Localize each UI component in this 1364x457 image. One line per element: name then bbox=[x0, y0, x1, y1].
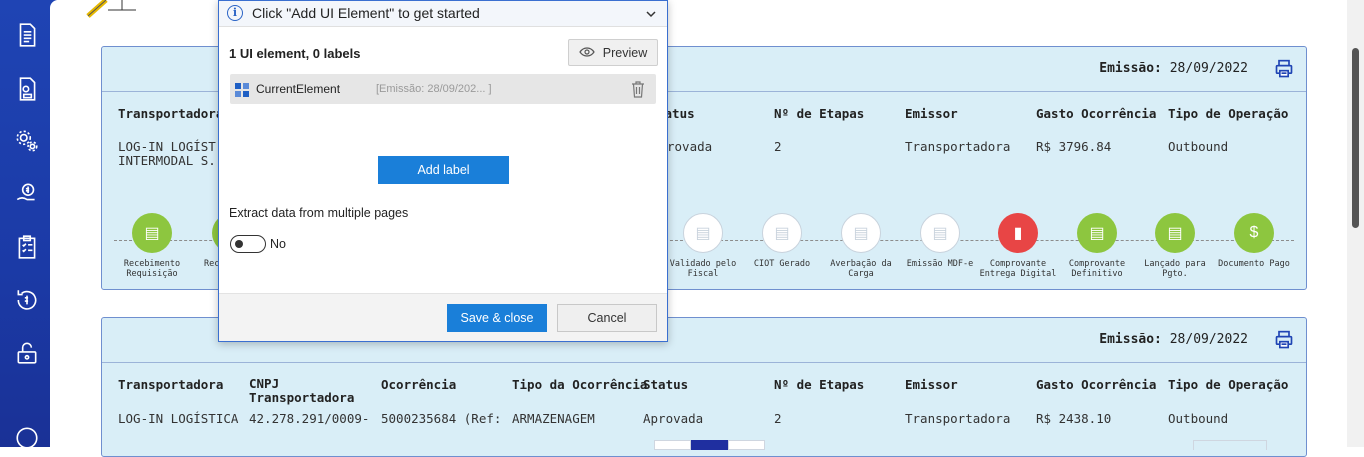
value-transportadora: LOG-IN LOGÍSTICA bbox=[118, 411, 239, 426]
emissao-date: Emissão: 28/09/2022 bbox=[1099, 61, 1248, 76]
value-tipo-ocorrencia: ARMAZENAGEM bbox=[512, 411, 595, 426]
document-check-icon: ▤ bbox=[683, 213, 723, 253]
card-divider bbox=[102, 362, 1306, 363]
value-operacao: Outbound bbox=[1168, 411, 1229, 426]
sidebar bbox=[0, 0, 57, 449]
value-ocorrencia: 5000235684 (Ref: bbox=[381, 411, 502, 426]
scrollbar-thumb[interactable] bbox=[1352, 48, 1359, 228]
header-transportadora: Transportadora bbox=[118, 106, 224, 121]
document-lines-icon: ▤ bbox=[920, 213, 960, 253]
paid-document-icon: $ bbox=[1234, 213, 1274, 253]
trash-icon[interactable] bbox=[630, 80, 646, 98]
toggle-state-text: No bbox=[270, 237, 286, 251]
circle-icon[interactable] bbox=[14, 425, 40, 451]
barcode-icon: ▮ bbox=[998, 213, 1038, 253]
element-count: 1 UI element, 0 labels bbox=[229, 46, 361, 61]
value-status: rovada bbox=[667, 139, 713, 154]
header-etapas: Nº de Etapas bbox=[774, 106, 865, 121]
header-operacao: Tipo de Operação bbox=[1168, 377, 1289, 392]
add-label-button[interactable]: Add label bbox=[378, 156, 509, 184]
print-icon[interactable] bbox=[1274, 330, 1294, 350]
value-etapas: 2 bbox=[774, 139, 782, 154]
step-comprovante-digital[interactable]: ▮ Comprovante Entrega Digital bbox=[978, 213, 1058, 279]
money-hand-icon[interactable] bbox=[14, 180, 40, 206]
calendar-check-icon: ▤ bbox=[841, 213, 881, 253]
preview-label: Preview bbox=[602, 45, 648, 60]
step-comprovante-definitivo[interactable]: ▤ Comprovante Definitivo bbox=[1057, 213, 1137, 279]
ui-element-icon bbox=[235, 83, 249, 97]
header-transportadora: Transportadora bbox=[118, 377, 224, 392]
extract-multiple-pages-label: Extract data from multiple pages bbox=[229, 206, 409, 220]
value-status: Aprovada bbox=[643, 411, 704, 426]
print-icon[interactable] bbox=[1274, 59, 1294, 79]
page-size-select[interactable] bbox=[1193, 440, 1267, 450]
step-validado[interactable]: ▤ Validado pelo Fiscal bbox=[663, 213, 743, 279]
dialog-hint-text: Click "Add UI Element" to get started bbox=[252, 5, 480, 21]
pencil-logo-icon bbox=[86, 0, 146, 20]
header-emissor: Emissor bbox=[905, 377, 958, 392]
info-icon: i bbox=[227, 5, 243, 21]
ui-element-row[interactable]: CurrentElement [Emissão: 28/09/202... ] bbox=[230, 74, 656, 104]
toggle-knob bbox=[235, 240, 243, 248]
value-operacao: Outbound bbox=[1168, 139, 1229, 154]
chevron-down-icon[interactable] bbox=[645, 7, 657, 19]
header-status: Status bbox=[643, 377, 689, 392]
page-scrollbar[interactable] bbox=[1347, 0, 1364, 447]
page-next-button[interactable] bbox=[728, 440, 765, 450]
checklist-icon[interactable] bbox=[14, 234, 40, 260]
pagination bbox=[654, 440, 765, 450]
value-emissor: Transportadora bbox=[905, 139, 1011, 154]
step-averbacao[interactable]: ▤ Averbação da Carga bbox=[821, 213, 901, 279]
page-prev-button[interactable] bbox=[654, 440, 691, 450]
header-etapas: Nº de Etapas bbox=[774, 377, 865, 392]
cancel-button[interactable]: Cancel bbox=[557, 304, 657, 332]
header-cnpj: CNPJ Transportadora bbox=[249, 376, 355, 405]
dialog-footer: Save & close Cancel bbox=[219, 293, 667, 341]
multiple-pages-toggle[interactable] bbox=[230, 235, 266, 253]
gears-icon[interactable] bbox=[14, 128, 40, 154]
emissao-date: Emissão: 28/09/2022 bbox=[1099, 332, 1248, 347]
header-gasto: Gasto Ocorrência bbox=[1036, 106, 1157, 121]
header-tipo-ocorrencia: Tipo da Ocorrência bbox=[512, 377, 648, 392]
step-lancado[interactable]: ▤ Lançado para Pgto. bbox=[1135, 213, 1215, 279]
receipt-icon: ▤ bbox=[1077, 213, 1117, 253]
element-selector: [Emissão: 28/09/202... ] bbox=[376, 83, 492, 95]
header-gasto: Gasto Ocorrência bbox=[1036, 377, 1157, 392]
element-name: CurrentElement bbox=[256, 82, 341, 96]
clipboard-icon: ▤ bbox=[132, 213, 172, 253]
value-emissor: Transportadora bbox=[905, 411, 1011, 426]
step-mdfe[interactable]: ▤ Emissão MDF-e bbox=[900, 213, 980, 269]
header-ocorrencia: Ocorrência bbox=[381, 377, 457, 392]
step-ciot[interactable]: ▤ CIOT Gerado bbox=[742, 213, 822, 269]
document-icon[interactable] bbox=[14, 22, 40, 48]
header-emissor: Emissor bbox=[905, 106, 958, 121]
value-etapas: 2 bbox=[774, 411, 782, 426]
header-operacao: Tipo de Operação bbox=[1168, 106, 1289, 121]
ciot-document-icon: ▤ bbox=[762, 213, 802, 253]
value-transportadora: LOG-IN LOGÍST INTERMODAL S. bbox=[118, 139, 216, 168]
value-gasto: R$ 2438.10 bbox=[1036, 411, 1112, 426]
step-documento-pago[interactable]: $ Documento Pago bbox=[1214, 213, 1294, 269]
step-recebimento[interactable]: ▤ Recebimento Requisição bbox=[112, 213, 192, 279]
page-current-button[interactable] bbox=[691, 440, 728, 450]
save-close-button[interactable]: Save & close bbox=[447, 304, 547, 332]
dialog-hint-bar[interactable]: i Click "Add UI Element" to get started bbox=[219, 1, 667, 27]
preview-button[interactable]: Preview bbox=[568, 39, 658, 66]
ui-element-dialog: i Click "Add UI Element" to get started … bbox=[218, 0, 668, 342]
file-settings-icon[interactable] bbox=[14, 76, 40, 102]
value-cnpj: 42.278.291/0009- bbox=[249, 411, 370, 426]
monitor-money-icon: ▤ bbox=[1155, 213, 1195, 253]
value-gasto: R$ 3796.84 bbox=[1036, 139, 1112, 154]
refund-icon[interactable] bbox=[14, 287, 40, 313]
lock-icon[interactable] bbox=[14, 340, 40, 366]
eye-icon bbox=[579, 46, 595, 60]
